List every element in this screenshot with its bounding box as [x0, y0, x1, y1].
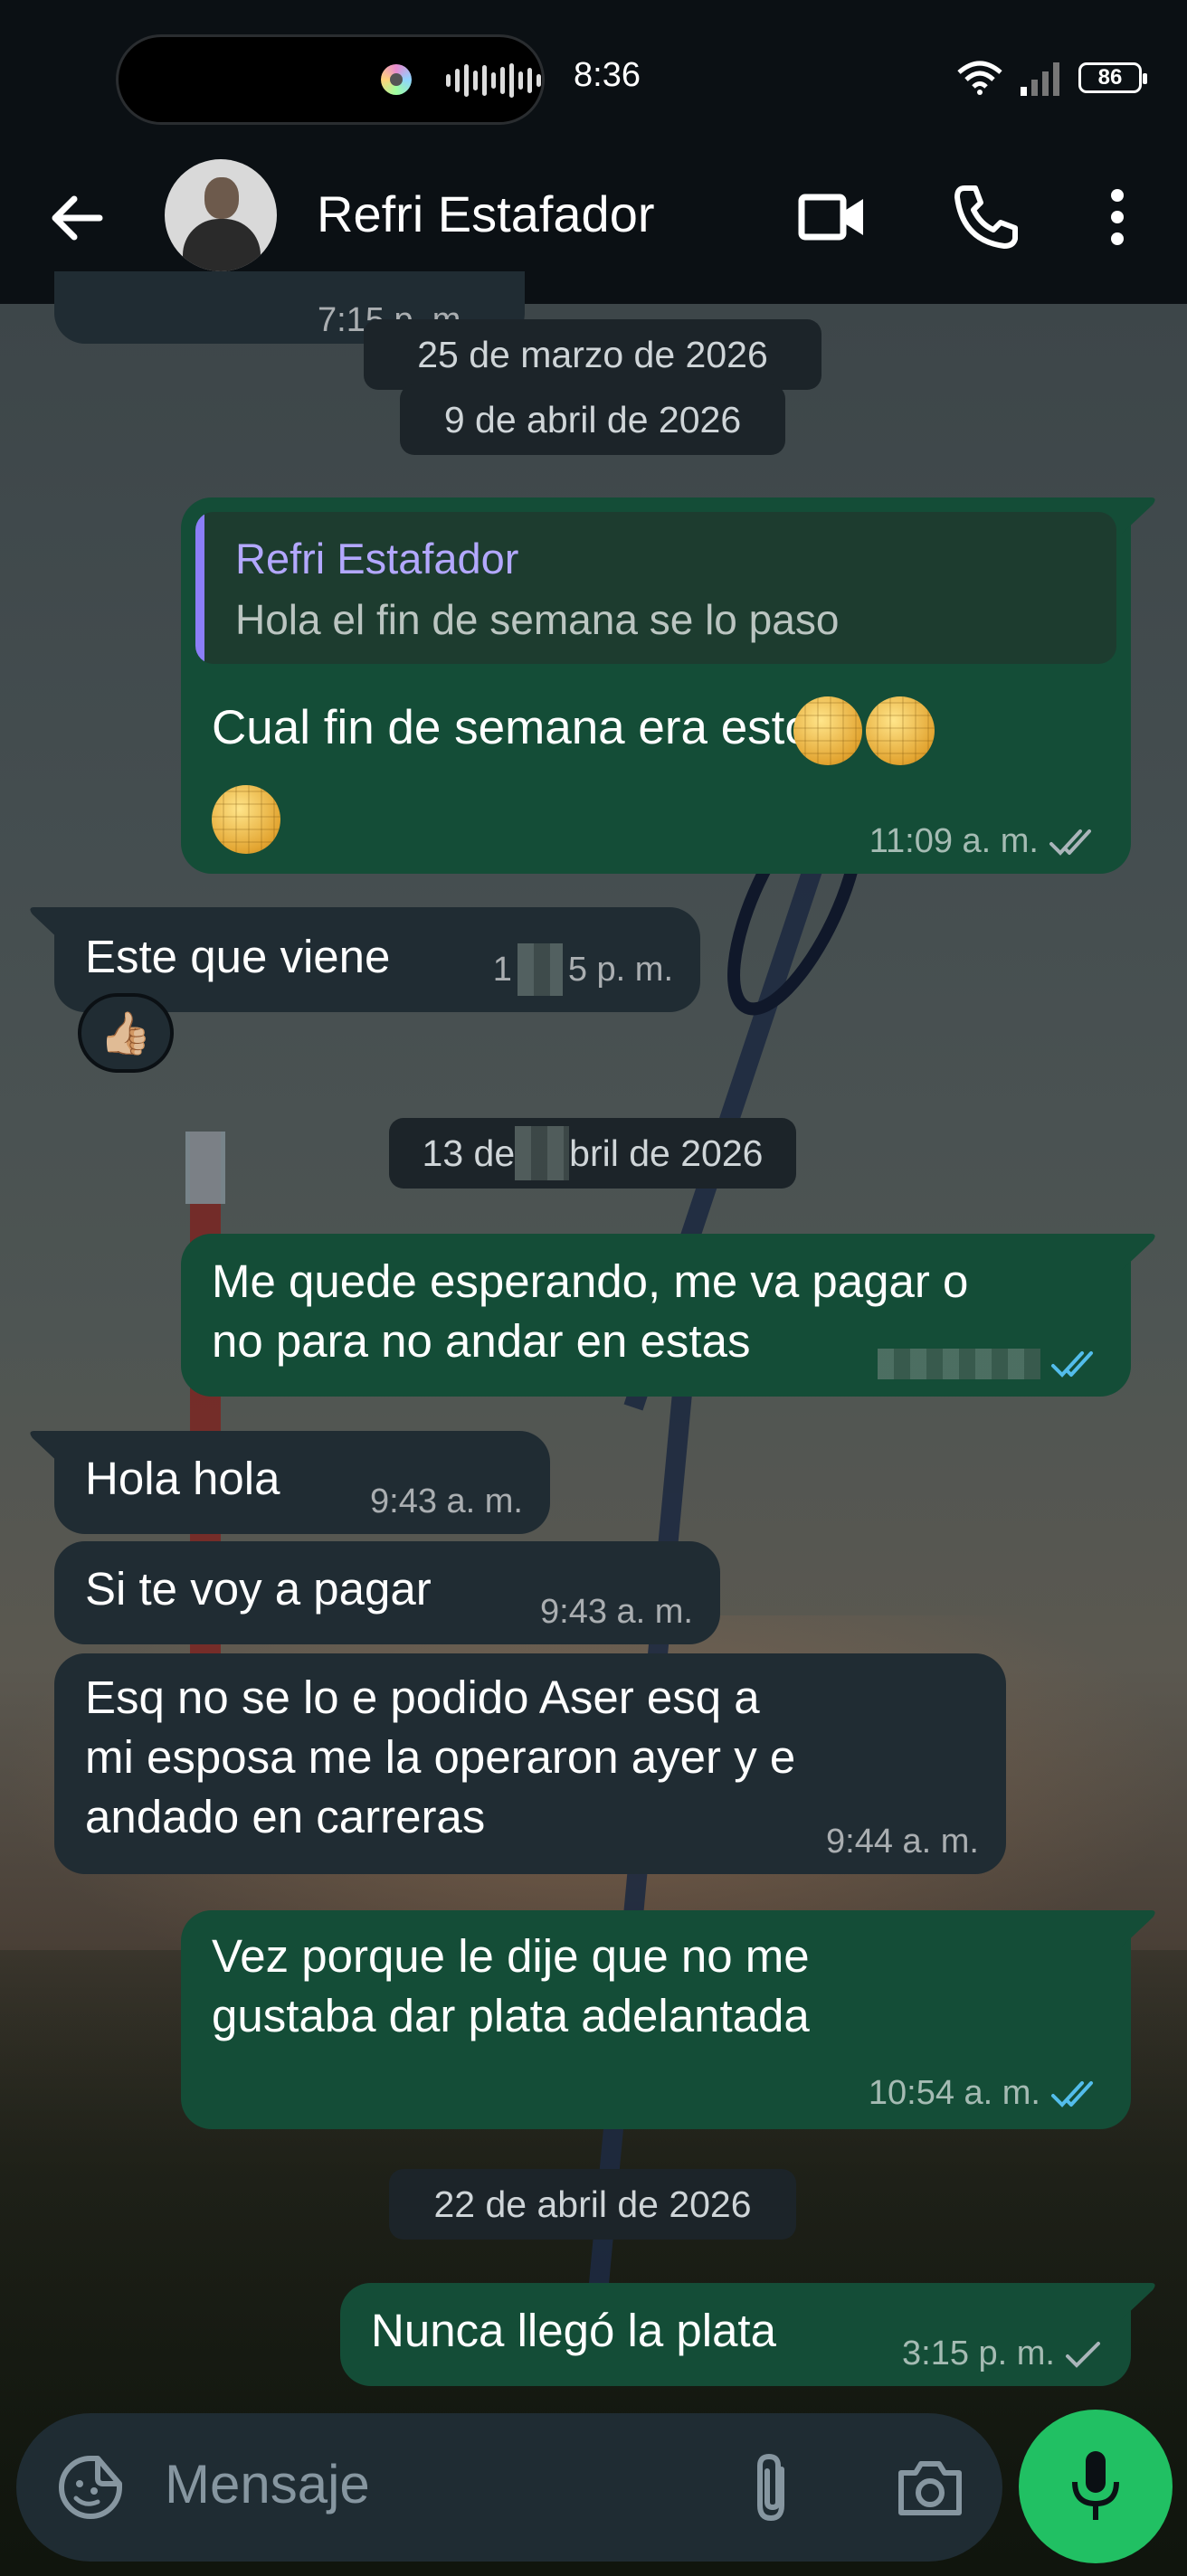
- message-text: Esq no se lo e podido Aser esq a mi espo…: [85, 1672, 796, 1842]
- wifi-icon: [957, 61, 1002, 95]
- pixelated-emoji-icon: [865, 696, 935, 765]
- incoming-message[interactable]: Si te voy a pagar 9:43 a. m.: [54, 1541, 720, 1644]
- outgoing-message[interactable]: Nunca llegó la plata 3:15 p. m.: [340, 2283, 1131, 2386]
- clock: 8:36: [574, 56, 641, 94]
- redacted-area: [517, 943, 563, 996]
- dynamic-island: [116, 34, 545, 125]
- double-check-read-icon: [1051, 2080, 1093, 2107]
- message-time: 11:09 a. m.: [869, 822, 1039, 860]
- message-text: Cual fin de semana era esto: [212, 701, 812, 754]
- double-check-icon: [1049, 829, 1091, 856]
- date-separator: 13 de bril de 2026: [389, 1118, 796, 1189]
- battery-indicator: 86: [1078, 62, 1147, 93]
- message-time-end: 5 p. m.: [567, 950, 673, 989]
- message-time: 9:43 a. m.: [370, 1482, 523, 1520]
- redacted-area: [878, 1349, 1040, 1379]
- single-check-icon: [1066, 2341, 1100, 2368]
- message-text: Me quede esperando, me va pagar o no par…: [212, 1255, 969, 1367]
- date-separator: 25 de marzo de 2026: [364, 319, 821, 390]
- back-arrow-icon[interactable]: [45, 186, 109, 250]
- app-activity-icon: [381, 64, 412, 95]
- message-text: Vez porque le dije que no me gustaba dar…: [212, 1930, 810, 2041]
- camera-icon[interactable]: [894, 2453, 966, 2522]
- message-input[interactable]: Mensaje: [165, 2453, 370, 2515]
- incoming-message[interactable]: Esq no se lo e podido Aser esq a mi espo…: [54, 1653, 1006, 1874]
- signal-icon: [1021, 62, 1059, 96]
- outgoing-message[interactable]: Vez porque le dije que no me gustaba dar…: [181, 1910, 1131, 2129]
- message-text: Este que viene: [85, 931, 391, 982]
- quoted-text: Hola el fin de semana se lo paso: [235, 596, 840, 643]
- pixelated-emoji-icon: [793, 696, 862, 765]
- bubble-tail: [1122, 497, 1155, 534]
- incoming-message[interactable]: Hola hola 9:43 a. m.: [54, 1431, 550, 1534]
- quoted-name: Refri Estafador: [235, 535, 519, 582]
- message-time: 9:43 a. m.: [540, 1593, 693, 1631]
- voice-message-button[interactable]: [1019, 2410, 1173, 2563]
- audio-wave-icon: [446, 62, 541, 99]
- message-text: Si te voy a pagar: [85, 1563, 432, 1615]
- outgoing-message[interactable]: Me quede esperando, me va pagar o no par…: [181, 1234, 1131, 1397]
- pixelated-emoji-icon: [212, 785, 280, 854]
- sticker-emoji-icon[interactable]: [54, 2451, 127, 2524]
- message-time: 3:15 p. m.: [902, 2334, 1055, 2372]
- video-call-icon[interactable]: [796, 181, 869, 253]
- contact-name[interactable]: Refri Estafador: [317, 185, 655, 243]
- message-composer[interactable]: Mensaje: [16, 2413, 1002, 2562]
- message-time-start: 1: [492, 950, 512, 989]
- message-text: Hola hola: [85, 1453, 280, 1504]
- bubble-tail: [1122, 1910, 1155, 1946]
- date-separator: 22 de abril de 2026: [389, 2169, 796, 2240]
- phone-call-icon[interactable]: [948, 181, 1021, 253]
- message-time: 10:54 a. m.: [868, 2074, 1040, 2112]
- message-time: 9:44 a. m.: [826, 1823, 979, 1861]
- thumbs-up-reaction[interactable]: 👍🏼: [78, 993, 174, 1073]
- attach-paperclip-icon[interactable]: [745, 2449, 800, 2525]
- more-options-icon[interactable]: [1081, 181, 1154, 253]
- contact-avatar[interactable]: [165, 159, 277, 271]
- microphone-icon: [1072, 2451, 1119, 2520]
- redacted-area: [515, 1126, 570, 1180]
- bubble-tail: [1122, 2283, 1155, 2319]
- double-check-read-icon: [1051, 1351, 1093, 1378]
- message-text: Nunca llegó la plata: [371, 2305, 776, 2356]
- status-bar: 8:36 86: [0, 0, 1187, 159]
- date-separator: 9 de abril de 2026: [400, 384, 785, 455]
- outgoing-message[interactable]: Refri Estafador Hola el fin de semana se…: [181, 497, 1131, 874]
- bubble-tail: [1122, 1234, 1155, 1270]
- quoted-reply[interactable]: Refri Estafador Hola el fin de semana se…: [195, 512, 1116, 664]
